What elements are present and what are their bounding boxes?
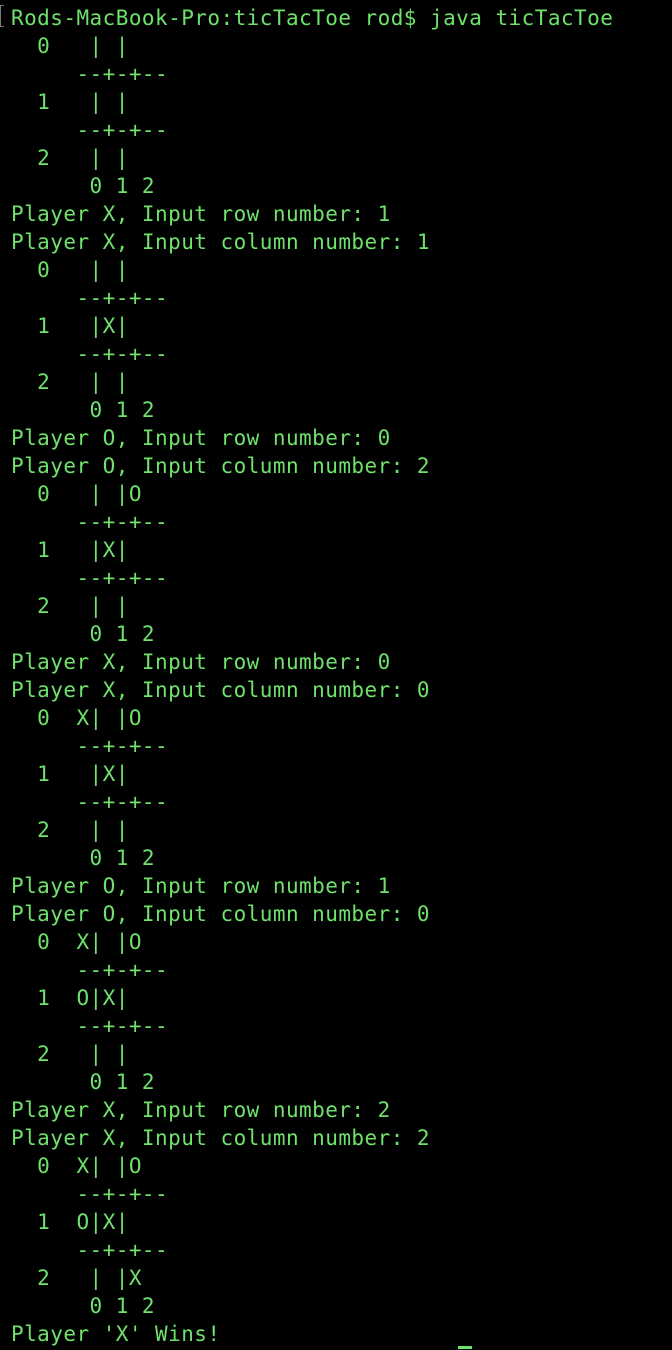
output-line: 2 | |	[11, 1042, 129, 1066]
output-line: 0 X| |O	[11, 1154, 142, 1178]
terminal-window[interactable]: Rods-MacBook-Pro:ticTacToe rod$ java tic…	[0, 0, 672, 1350]
output-line: --+-+--	[11, 1014, 169, 1038]
output-line: Player X, Input column number: 2	[11, 1126, 430, 1150]
output-line: 1 |X|	[11, 538, 129, 562]
output-line: Player X, Input row number: 2	[11, 1098, 391, 1122]
output-line: --+-+--	[11, 118, 169, 142]
output-line: --+-+--	[11, 1182, 169, 1206]
output-line: --+-+--	[11, 566, 169, 590]
output-line: 2 | |X	[11, 1266, 142, 1290]
output-line: 0 1 2	[11, 846, 156, 870]
output-line: --+-+--	[11, 342, 169, 366]
terminal-cursor	[458, 1346, 472, 1349]
output-line: 0 X| |O	[11, 706, 142, 730]
output-line: 0 1 2	[11, 1294, 156, 1318]
output-line: 2 | |	[11, 370, 129, 394]
output-line: 0 X| |O	[11, 930, 142, 954]
output-line: Player X, Input row number: 0	[11, 650, 391, 674]
terminal-output: Rods-MacBook-Pro:ticTacToe rod$ java tic…	[11, 4, 613, 1348]
output-line: --+-+--	[11, 790, 169, 814]
output-line: 0 1 2	[11, 1070, 156, 1094]
output-line: 2 | |	[11, 594, 129, 618]
output-line: --+-+--	[11, 734, 169, 758]
output-line: 1 |X|	[11, 314, 129, 338]
output-line: Player O, Input row number: 1	[11, 874, 391, 898]
output-line: Player 'X' Wins!	[11, 1322, 221, 1346]
output-line: Player O, Input column number: 0	[11, 902, 430, 926]
output-line: 0 1 2	[11, 398, 156, 422]
output-line: 1 |X|	[11, 762, 129, 786]
output-line: 1 O|X|	[11, 1210, 129, 1234]
output-line: 0 1 2	[11, 174, 156, 198]
output-line: 1 O|X|	[11, 986, 129, 1010]
output-line: Player X, Input column number: 0	[11, 678, 430, 702]
output-line: 1 | |	[11, 90, 129, 114]
output-line: --+-+--	[11, 1238, 169, 1262]
output-line: 2 | |	[11, 146, 129, 170]
output-line: Player O, Input column number: 2	[11, 454, 430, 478]
output-line: 0 | |O	[11, 482, 142, 506]
selection-bracket	[0, 5, 4, 27]
output-line: --+-+--	[11, 510, 169, 534]
output-line: --+-+--	[11, 958, 169, 982]
output-line: Player X, Input column number: 1	[11, 230, 430, 254]
prompt-command-line: Rods-MacBook-Pro:ticTacToe rod$ java tic…	[11, 6, 614, 30]
output-line: 2 | |	[11, 818, 129, 842]
output-line: --+-+--	[11, 62, 169, 86]
output-line: Player O, Input row number: 0	[11, 426, 391, 450]
output-line: Player X, Input row number: 1	[11, 202, 391, 226]
output-line: 0 | |	[11, 34, 129, 58]
output-line: 0 | |	[11, 258, 129, 282]
output-line: --+-+--	[11, 286, 169, 310]
output-line: 0 1 2	[11, 622, 156, 646]
